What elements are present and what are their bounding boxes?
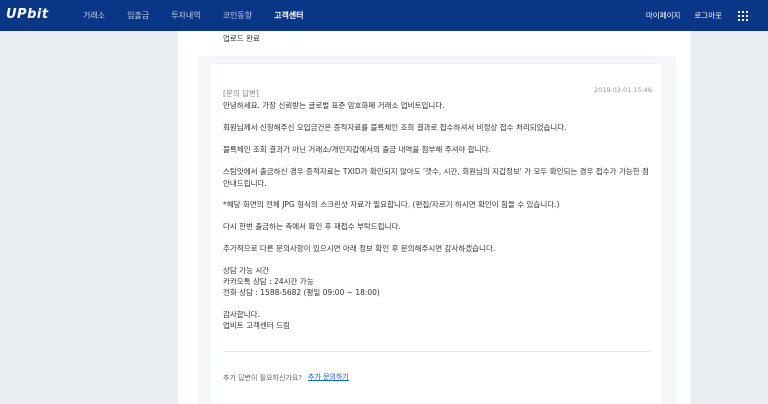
nav-deposit-withdraw[interactable]: 입출금	[127, 0, 149, 31]
answer-line: 안내드립니다.	[223, 179, 267, 188]
additional-inquiry-link[interactable]: 추가 문의하기	[308, 372, 349, 382]
user-nav: 마이페이지 로그아웃	[632, 0, 748, 31]
answer-line: 회원님께서 신청해주신 오입금건은 증적자료를 블록체인 조회 결과로 접수하셔…	[223, 123, 567, 132]
answer-line: 전화 상담 : 1588-5682 (평일 09:00 ~ 18:00)	[223, 288, 380, 297]
answer-line: 업비트 고객센터 드림	[223, 321, 290, 330]
mypage-link[interactable]: 마이페이지	[646, 10, 681, 21]
answer-date: 2019.03.01 15:46	[594, 86, 653, 94]
main-nav: 거래소 입출금 투자내역 코인동향 고객센터	[83, 0, 326, 31]
grid-icon[interactable]	[738, 10, 748, 21]
nav-coin-trends[interactable]: 코인동향	[223, 0, 252, 31]
answer-card-body	[211, 63, 661, 404]
logout-link[interactable]: 로그아웃	[694, 10, 722, 21]
answer-line: 카카오톡 상담 : 24시간 가능	[223, 277, 314, 286]
answer-line: 추가적으로 다른 문의사항이 있으시면 아래 정보 확인 후 문의해주시면 감사…	[223, 244, 496, 253]
nav-exchange[interactable]: 거래소	[83, 0, 105, 31]
upload-status: 업로드 완료	[223, 34, 260, 43]
nav-customer-center[interactable]: 고객센터	[274, 0, 303, 31]
followup-question: 추가 답변이 필요하신가요?	[223, 374, 303, 382]
answer-line: 스팀잇에서 출금하신 경우 증적자료는 TXID가 확인되지 않아도 '갯수, …	[223, 167, 649, 176]
answer-line: 안녕하세요. 가장 신뢰받는 글로벌 표준 암호화폐 거래소 업비트입니다.	[223, 101, 445, 110]
answer-title: [문의 답변]	[223, 89, 259, 98]
top-navigation-bar: UPbit 거래소 입출금 투자내역 코인동향 고객센터 마이페이지 로그아웃	[0, 0, 768, 31]
nav-investments[interactable]: 투자내역	[171, 0, 200, 31]
upbit-logo[interactable]: UPbit	[6, 7, 49, 22]
answer-line: 상담 가능 시간	[223, 266, 270, 275]
answer-line: *해당 화면의 전체 JPG 형식의 스크린샷 자료가 필요합니다. (편집/자…	[223, 200, 560, 209]
answer-line: 다시 한번 출금하는 측에서 확인 후 재접수 부탁드립니다.	[223, 222, 401, 231]
divider	[223, 351, 650, 352]
answer-line: 감사합니다.	[223, 310, 260, 319]
answer-line: 블록체인 조회 결과가 아닌 거래소/개인지갑에서의 출금 내역을 첨부해 주셔…	[223, 145, 491, 154]
